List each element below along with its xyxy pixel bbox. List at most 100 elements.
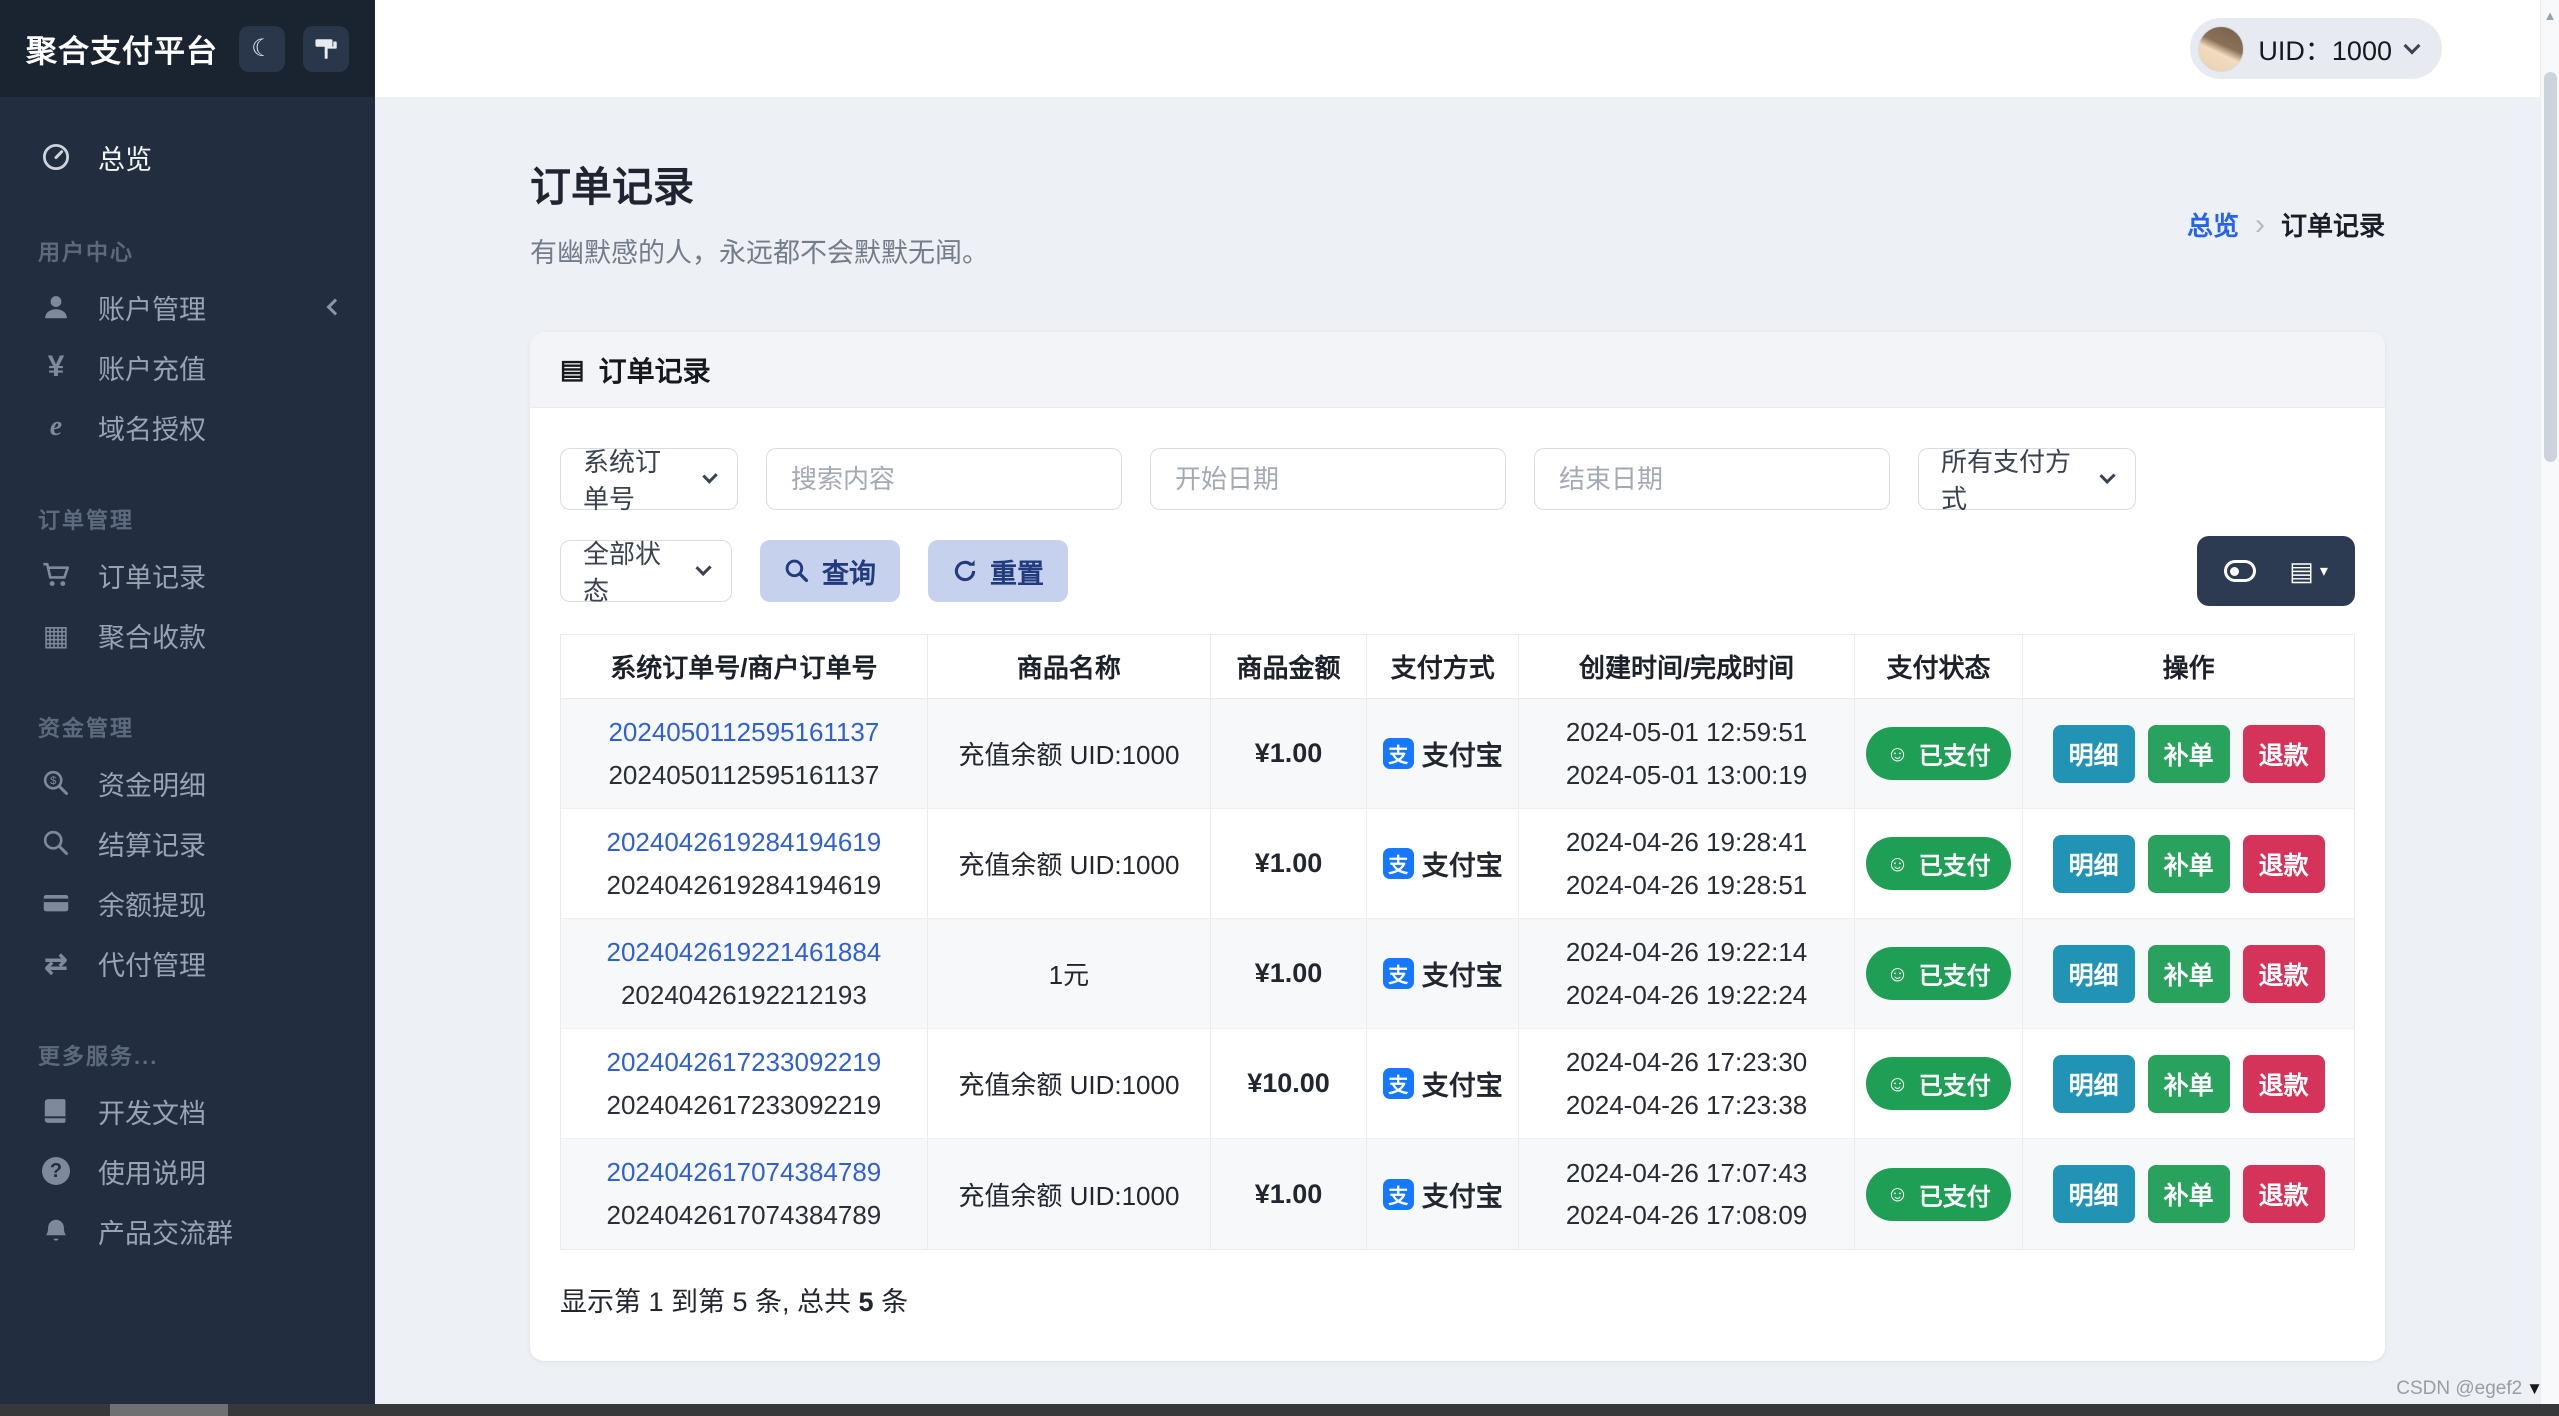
sidebar-item-label: 产品交流群 [98, 1218, 233, 1249]
transfer-icon: ⇄ [44, 947, 68, 979]
table-footer: 显示第 1 到第 5 条, 总共 5 条 [560, 1280, 2355, 1319]
column-header: 支付状态 [1853, 635, 2023, 698]
table-view-button[interactable]: ▤ ▾ [2283, 555, 2334, 588]
table-icon: ▤ [560, 354, 585, 384]
svg-text:$: $ [50, 775, 57, 787]
refund-button[interactable]: 退款 [2242, 944, 2325, 1003]
sidebar-item-user-guide[interactable]: ? 使用说明 [0, 1141, 375, 1201]
sidebar-item-product-group[interactable]: 产品交流群 [0, 1201, 375, 1261]
toggle-columns-button[interactable] [2218, 559, 2262, 583]
detail-button[interactable]: 明细 [2052, 724, 2135, 783]
order-numbers-cell: 2024050112595161137 2024050112595161137 [561, 699, 927, 808]
scroll-up-icon[interactable]: ▲ [2541, 8, 2559, 23]
chevron-down-icon [2403, 37, 2421, 54]
chevron-down-icon [695, 559, 712, 577]
reorder-button[interactable]: 补单 [2147, 944, 2230, 1003]
pay-method-select[interactable]: 所有支付方式 [1918, 447, 2136, 514]
system-order-link[interactable]: 2024042617074384789 [607, 1151, 882, 1194]
reorder-button[interactable]: 补单 [2147, 834, 2230, 893]
watermark-triangle-icon: ▼ [2526, 1379, 2543, 1398]
start-date-field [1150, 448, 1506, 510]
status-badge: ☺ 已支付 [1866, 837, 2011, 890]
sidebar-item-balance-withdraw[interactable]: 余额提现 [0, 873, 375, 933]
reorder-button[interactable]: 补单 [2147, 1054, 2230, 1113]
system-order-link[interactable]: 2024042619221461884 [607, 931, 882, 974]
horizontal-scrollbar-thumb[interactable] [110, 1404, 228, 1416]
question-icon: ? [38, 1157, 74, 1185]
sidebar-item-account-manage[interactable]: 账户管理 [0, 277, 375, 337]
vertical-scrollbar-thumb[interactable] [2544, 72, 2557, 462]
refund-button[interactable]: 退款 [2242, 1054, 2325, 1113]
end-date-field [1534, 448, 1890, 510]
footer-prefix: 显示第 1 到第 5 条, 总共 [560, 1287, 859, 1317]
reorder-button[interactable]: 补单 [2147, 1165, 2230, 1223]
created-time: 2024-04-26 17:07:43 [1565, 1157, 1808, 1188]
sidebar-item-payout-manage[interactable]: ⇄ 代付管理 [0, 933, 375, 993]
status-cell: ☺ 已支付 [1853, 699, 2023, 808]
amount-cell: ¥10.00 [1210, 1029, 1366, 1138]
order-type-select[interactable]: 系统订单号 [560, 447, 738, 514]
sidebar-item-account-recharge[interactable]: ¥ 账户充值 [0, 337, 375, 397]
pay-method-cell: 支 支付宝 [1366, 809, 1518, 918]
chevron-left-icon [326, 298, 344, 316]
status-cell: ☺ 已支付 [1853, 919, 2023, 1028]
sidebar-section-funds-manage: 资金管理 [38, 716, 135, 741]
alipay-icon: 支 [1382, 1068, 1414, 1099]
refund-button[interactable]: 退款 [2242, 834, 2325, 893]
card-title: 订单记录 [598, 355, 711, 387]
breadcrumb-separator-icon: › [2254, 207, 2265, 241]
sidebar-item-aggregate-collection[interactable]: ▦ 聚合收款 [0, 605, 375, 665]
sidebar-item-label: 域名授权 [98, 414, 206, 445]
breadcrumb-home-link[interactable]: 总览 [2187, 206, 2239, 243]
sidebar-item-settlement-records[interactable]: 结算记录 [0, 813, 375, 873]
refund-button[interactable]: 退款 [2242, 1165, 2325, 1223]
status-label: 已支付 [1918, 963, 1991, 990]
sidebar-item-domain-auth[interactable]: e 域名授权 [0, 397, 375, 457]
page-head-left: 订单记录 有幽默感的人，永远都不会默默无闻。 [530, 153, 989, 270]
reorder-button[interactable]: 补单 [2147, 724, 2230, 783]
status-select[interactable]: 全部状态 [560, 539, 732, 606]
reset-button[interactable]: 重置 [928, 540, 1068, 602]
pay-method-cell: 支 支付宝 [1366, 1029, 1518, 1138]
horizontal-scrollbar[interactable] [0, 1404, 2559, 1416]
refund-button[interactable]: 退款 [2242, 724, 2325, 783]
product-name-cell: 充值余额 UID:1000 [926, 1029, 1210, 1138]
column-header: 操作 [2022, 635, 2354, 698]
sidebar-item-label: 账户管理 [98, 294, 206, 325]
detail-button[interactable]: 明细 [2052, 834, 2135, 893]
footer-suffix: 条 [873, 1287, 909, 1317]
amount-cell: ¥1.00 [1210, 699, 1366, 808]
completed-time: 2024-04-26 17:23:38 [1565, 1089, 1808, 1120]
sidebar-item-order-records[interactable]: 订单记录 [0, 545, 375, 605]
status-badge: ☺ 已支付 [1866, 727, 2011, 780]
query-button[interactable]: 查询 [760, 540, 900, 602]
smiley-icon: ☺ [1886, 740, 1909, 766]
system-order-link[interactable]: 2024042619284194619 [607, 821, 882, 864]
sidebar-item-funds-detail[interactable]: $ 资金明细 [0, 753, 375, 813]
detail-button[interactable]: 明细 [2052, 1165, 2135, 1223]
detail-button[interactable]: 明细 [2052, 944, 2135, 1003]
refresh-icon [952, 558, 978, 584]
dark-mode-button[interactable]: ☾ [239, 25, 285, 72]
end-date-input[interactable] [1557, 462, 1867, 496]
amount-cell: ¥1.00 [1210, 1139, 1366, 1249]
detail-button[interactable]: 明细 [2052, 1054, 2135, 1113]
table-row: 2024050112595161137 2024050112595161137 … [561, 699, 2354, 809]
user-icon [38, 293, 74, 321]
sidebar-item-label: 代付管理 [98, 950, 206, 981]
pay-method-cell: 支 支付宝 [1366, 919, 1518, 1028]
sidebar-item-dev-docs[interactable]: 开发文档 [0, 1081, 375, 1141]
start-date-input[interactable] [1173, 462, 1483, 496]
pay-method-value: 所有支付方式 [1941, 447, 2072, 514]
sidebar-item-overview[interactable]: 总览 [0, 125, 375, 189]
order-numbers-cell: 2024042619221461884 20240426192212193 [561, 919, 927, 1028]
system-order-link[interactable]: 2024042617233092219 [607, 1041, 882, 1084]
system-order-link[interactable]: 2024050112595161137 [608, 711, 879, 754]
user-menu[interactable]: UID：1000 [2190, 18, 2442, 79]
vertical-scrollbar[interactable]: ▲ [2540, 0, 2559, 1404]
pay-method-label: 支付宝 [1421, 741, 1503, 771]
table-row: 2024042619284194619 2024042619284194619 … [561, 809, 2354, 919]
theme-button[interactable] [303, 25, 349, 72]
merchant-order-no: 20240426192212193 [620, 979, 867, 1010]
search-input[interactable] [789, 462, 1099, 496]
